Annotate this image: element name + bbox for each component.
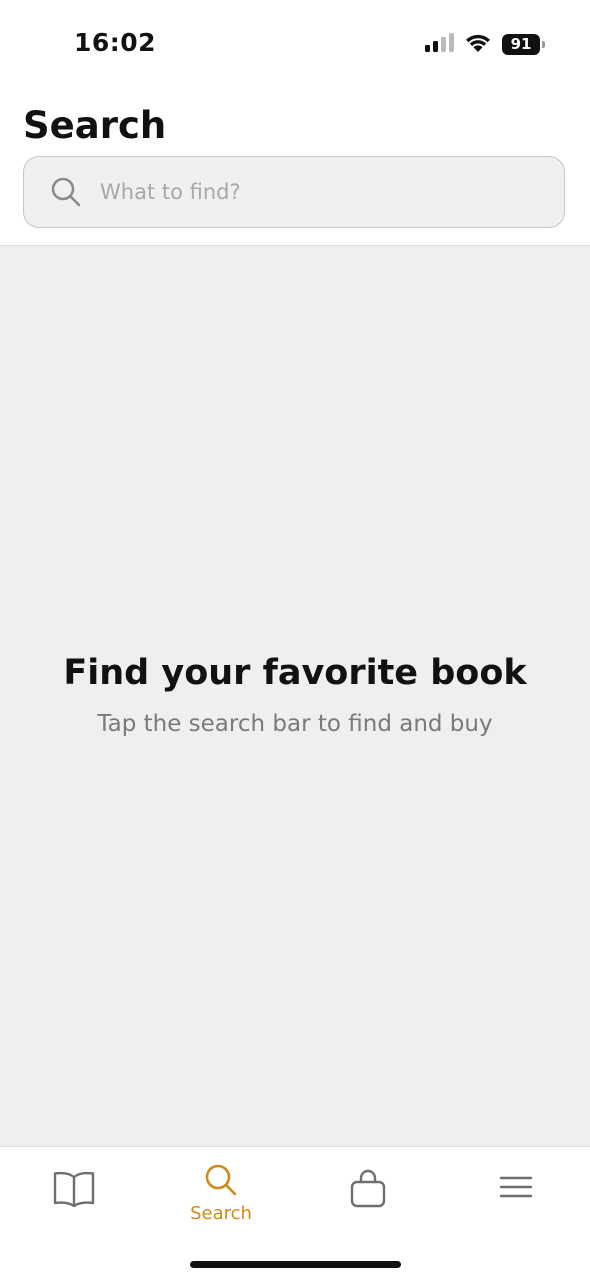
battery-level: 91 <box>510 35 532 53</box>
home-indicator <box>190 1261 401 1268</box>
tab-search-label: Search <box>190 1203 252 1224</box>
empty-state-subtitle: Tap the search bar to find and buy <box>97 711 493 737</box>
tab-search[interactable]: Search <box>161 1163 281 1227</box>
tab-menu[interactable] <box>456 1163 576 1227</box>
status-time: 16:02 <box>74 28 157 57</box>
menu-icon <box>499 1175 533 1205</box>
search-input[interactable] <box>98 179 502 205</box>
shopping-bag-icon <box>349 1169 387 1213</box>
wifi-icon <box>464 32 492 57</box>
tab-library[interactable] <box>14 1163 134 1227</box>
empty-state-title: Find your favorite book <box>63 653 527 693</box>
tab-cart[interactable] <box>308 1163 428 1227</box>
status-bar: 16:02 91 <box>0 0 590 88</box>
empty-state-area: Find your favorite book Tap the search b… <box>0 246 590 1146</box>
tab-bar: Search <box>0 1146 590 1280</box>
battery-icon: 91 <box>502 33 545 55</box>
search-icon <box>204 1163 238 1201</box>
search-bar[interactable] <box>23 156 565 228</box>
cellular-signal-icon <box>424 32 454 56</box>
page-title: Search <box>23 104 167 147</box>
search-icon <box>50 176 82 208</box>
search-screen: 16:02 91 Search What to find? Find your … <box>0 0 590 1280</box>
open-book-icon <box>52 1169 96 1213</box>
status-icons: 91 <box>424 32 545 57</box>
